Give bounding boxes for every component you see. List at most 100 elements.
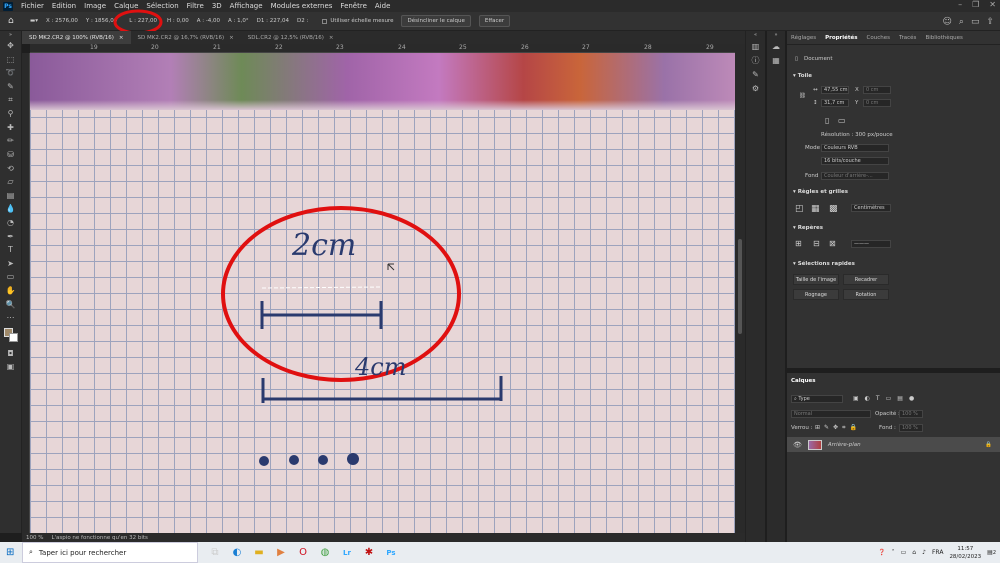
use-scale-checkbox[interactable]: Utiliser échelle mesure (322, 18, 393, 24)
opera-icon[interactable]: O (292, 542, 314, 563)
link-icon[interactable]: ⛓ (799, 93, 806, 99)
section-toile[interactable]: ▾ Toile (793, 73, 812, 79)
clock[interactable]: 11:57 28/02/2023 (949, 545, 981, 561)
tab-proprietes[interactable]: Propriétés (825, 35, 857, 41)
tab-couches[interactable]: Couches (867, 35, 890, 41)
network-icon[interactable]: ⌂ (912, 549, 916, 556)
adjustments-icon[interactable]: ⚙ (746, 81, 765, 95)
volume-icon[interactable]: ♪ (922, 549, 926, 556)
stamp-tool-icon[interactable]: ⛁ (0, 148, 21, 162)
depth-select[interactable]: 16 bits/couche (821, 157, 889, 165)
fill-field[interactable]: 100 % (899, 424, 923, 432)
lightroom-icon[interactable]: Lr (336, 542, 358, 563)
type-tool-icon[interactable]: T (0, 243, 21, 257)
section-quick[interactable]: ▾ Sélections rapides (793, 261, 855, 267)
y-field[interactable]: 0 cm (863, 99, 891, 107)
x-field[interactable]: 0 cm (863, 86, 891, 94)
menu-affichage[interactable]: Affichage (226, 2, 267, 10)
section-rulers[interactable]: ▾ Règles et grilles (793, 189, 848, 195)
marquee-tool-icon[interactable]: ⬚ (0, 53, 21, 67)
image-size-button[interactable]: Taille de l'image (793, 274, 839, 285)
search-icon[interactable]: ⌕ (959, 17, 964, 27)
menu-fichier[interactable]: Fichier (17, 2, 48, 10)
layers-title[interactable]: Calques (791, 378, 816, 384)
menu-aide[interactable]: Aide (371, 2, 394, 10)
color-swatches-icon[interactable] (0, 324, 21, 346)
swatches-icon[interactable]: ▦ (767, 53, 785, 67)
smart-guides-icon[interactable]: ⊟ (813, 239, 820, 248)
ruler-toggle-icon[interactable]: ◰ (795, 204, 804, 214)
move-tool-icon[interactable]: ✥ (0, 39, 21, 53)
task-view-icon[interactable]: ⧉ (204, 542, 226, 563)
document-canvas[interactable]: 2cm 4cm (30, 53, 735, 533)
section-guides[interactable]: ▾ Repères (793, 225, 823, 231)
shape-tool-icon[interactable]: ▭ (0, 270, 21, 284)
vertical-scrollbar[interactable] (735, 44, 745, 533)
tab-doc-1[interactable]: SD MK2.CR2 @ 100% (RVB/16) × (22, 31, 131, 44)
crop-tool-icon[interactable]: ⌗ (0, 93, 21, 107)
healing-tool-icon[interactable]: ✚ (0, 121, 21, 135)
explorer-icon[interactable]: ▬ (248, 542, 270, 563)
filter-smart-icon[interactable]: ▤ (897, 395, 903, 402)
menu-3d[interactable]: 3D (208, 2, 226, 10)
more-tools-icon[interactable]: ⋯ (0, 311, 21, 325)
guide-color-select[interactable]: ——— (851, 240, 891, 248)
share-icon[interactable]: ⇪ (986, 17, 994, 27)
gradient-tool-icon[interactable]: ▤ (0, 189, 21, 203)
tab-doc-3[interactable]: SDL.CR2 @ 12,5% (RVB/16) × (241, 31, 341, 44)
home-icon[interactable]: ⌂ (8, 16, 20, 26)
app-green-icon[interactable]: ◍ (314, 542, 336, 563)
chevron-up-icon[interactable]: ˄ (892, 549, 895, 556)
pen-tool-icon[interactable]: ✒ (0, 229, 21, 243)
filter-shape-icon[interactable]: ▭ (886, 395, 892, 402)
collapse-icon[interactable]: » (0, 31, 21, 39)
zoom-level[interactable]: 100 % (26, 535, 43, 541)
windows-start-icon[interactable]: ⊞ (6, 547, 14, 558)
libraries-icon[interactable]: ☁ (767, 39, 785, 53)
brush-settings-icon[interactable]: ✎ (746, 67, 765, 81)
guides-icon[interactable]: ⊞ (795, 239, 802, 248)
app-red-icon[interactable]: ✱ (358, 542, 380, 563)
minimize-icon[interactable]: – (958, 0, 962, 9)
hand-tool-icon[interactable]: ✋ (0, 284, 21, 298)
tab-doc-2[interactable]: SD MK2.CR2 @ 16,7% (RVB/16) × (131, 31, 241, 44)
screen-mode-icon[interactable]: ▣ (0, 360, 21, 374)
unstraighten-button[interactable]: Désincliner le calque (401, 15, 471, 27)
menu-fenetre[interactable]: Fenêtre (336, 2, 370, 10)
workspace-icon[interactable]: ▭ (971, 17, 980, 27)
tab-bibliotheques[interactable]: Bibliothèques (925, 35, 962, 41)
trim-button[interactable]: Rognage (793, 289, 839, 300)
scroll-thumb[interactable] (738, 239, 742, 334)
eye-icon[interactable]: 👁 (793, 441, 802, 449)
notification-icon[interactable]: ▤2 (987, 549, 996, 556)
account-icon[interactable]: ☺ (943, 17, 952, 27)
height-field[interactable]: 31,7 cm (821, 99, 849, 107)
brush-tool-icon[interactable]: ✏ (0, 134, 21, 148)
media-icon[interactable]: ▶ (270, 542, 292, 563)
portrait-icon[interactable]: ▯ (825, 116, 829, 125)
collapse-panels-icon[interactable]: « (746, 31, 765, 39)
width-field[interactable]: 47,55 cm (821, 86, 849, 94)
info-icon[interactable]: ⓘ (746, 53, 765, 67)
language[interactable]: FRA (932, 549, 943, 556)
lock-icons[interactable]: ⊞✎✥⌗🔒 (815, 424, 861, 432)
layer-filter[interactable]: ⌕ Type (791, 395, 843, 403)
path-select-tool-icon[interactable]: ➤ (0, 257, 21, 271)
zoom-tool-icon[interactable]: 🔍 (0, 297, 21, 311)
lasso-tool-icon[interactable]: ➰ (0, 66, 21, 80)
eyedropper-tool-icon[interactable]: ⚲ (0, 107, 21, 121)
eraser-tool-icon[interactable]: ▱ (0, 175, 21, 189)
histogram-icon[interactable]: ▥ (746, 39, 765, 53)
help-icon[interactable]: ❓ (878, 549, 885, 556)
filter-type-icon[interactable]: T (876, 395, 880, 402)
fond-select[interactable]: Couleur d'arrière-... (821, 172, 889, 180)
close-tab-icon[interactable]: × (229, 35, 234, 41)
photoshop-icon[interactable]: Ps (380, 542, 402, 563)
quick-mask-icon[interactable]: ◘ (0, 346, 21, 360)
filter-adjust-icon[interactable]: ◐ (865, 395, 870, 402)
blend-mode-select[interactable]: Normal (791, 410, 871, 418)
menu-modules[interactable]: Modules externes (267, 2, 337, 10)
close-icon[interactable]: ✕ (989, 0, 996, 9)
ruler-tool-preset-icon[interactable]: ▬▾ (30, 18, 38, 24)
filter-pixel-icon[interactable]: ▣ (853, 395, 859, 402)
